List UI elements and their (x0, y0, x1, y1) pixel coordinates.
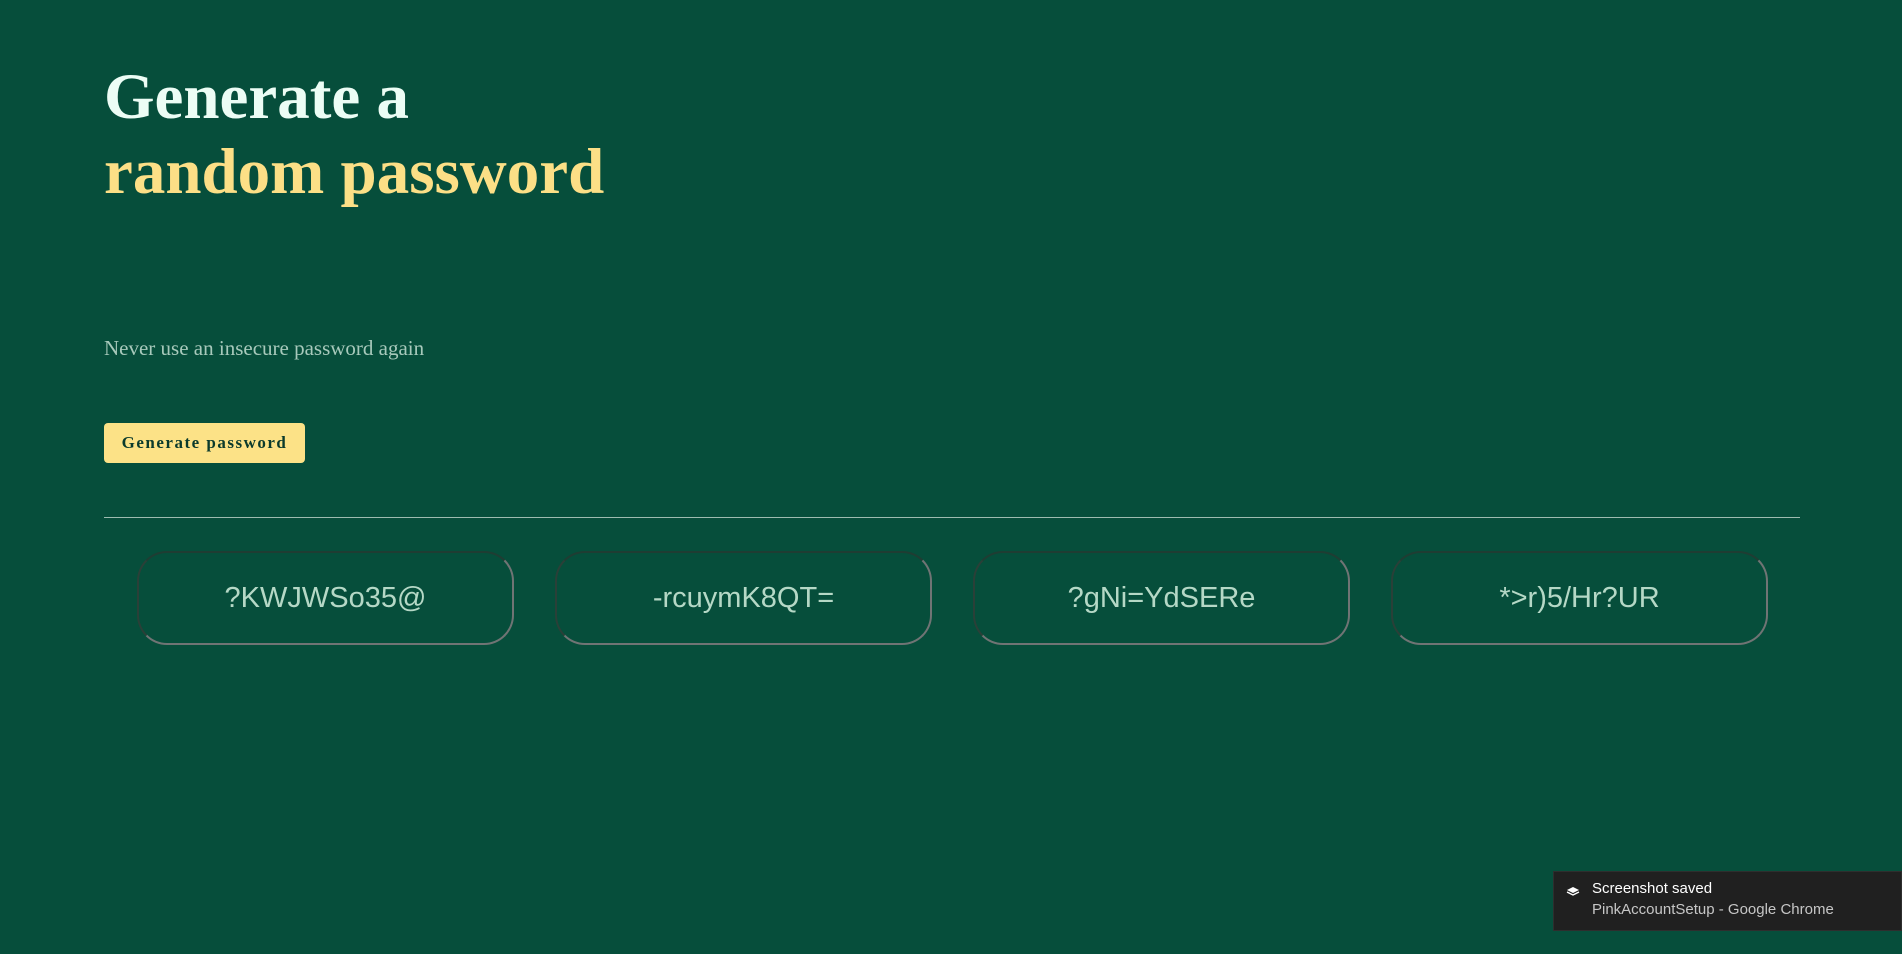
notification-subtitle: PinkAccountSetup - Google Chrome (1592, 901, 1834, 918)
password-option-3[interactable]: ?gNi=YdSERe (973, 551, 1350, 645)
password-option-2[interactable]: -rcuymK8QT= (555, 551, 932, 645)
divider (104, 517, 1800, 518)
screenshot-saved-notification[interactable]: Screenshot saved PinkAccountSetup - Goog… (1553, 871, 1902, 931)
screenshot-icon (1566, 887, 1580, 896)
password-option-4[interactable]: *>r)5/Hr?UR (1391, 551, 1768, 645)
password-option-1[interactable]: ?KWJWSo35@ (137, 551, 514, 645)
title-line-1: Generate a (104, 61, 410, 133)
title-line-2: random password (104, 136, 605, 208)
notification-title: Screenshot saved (1592, 880, 1713, 897)
generate-password-button[interactable]: Generate password (104, 423, 305, 463)
page-title: Generate a random password (104, 60, 604, 210)
page-subtitle: Never use an insecure password again (104, 336, 425, 360)
